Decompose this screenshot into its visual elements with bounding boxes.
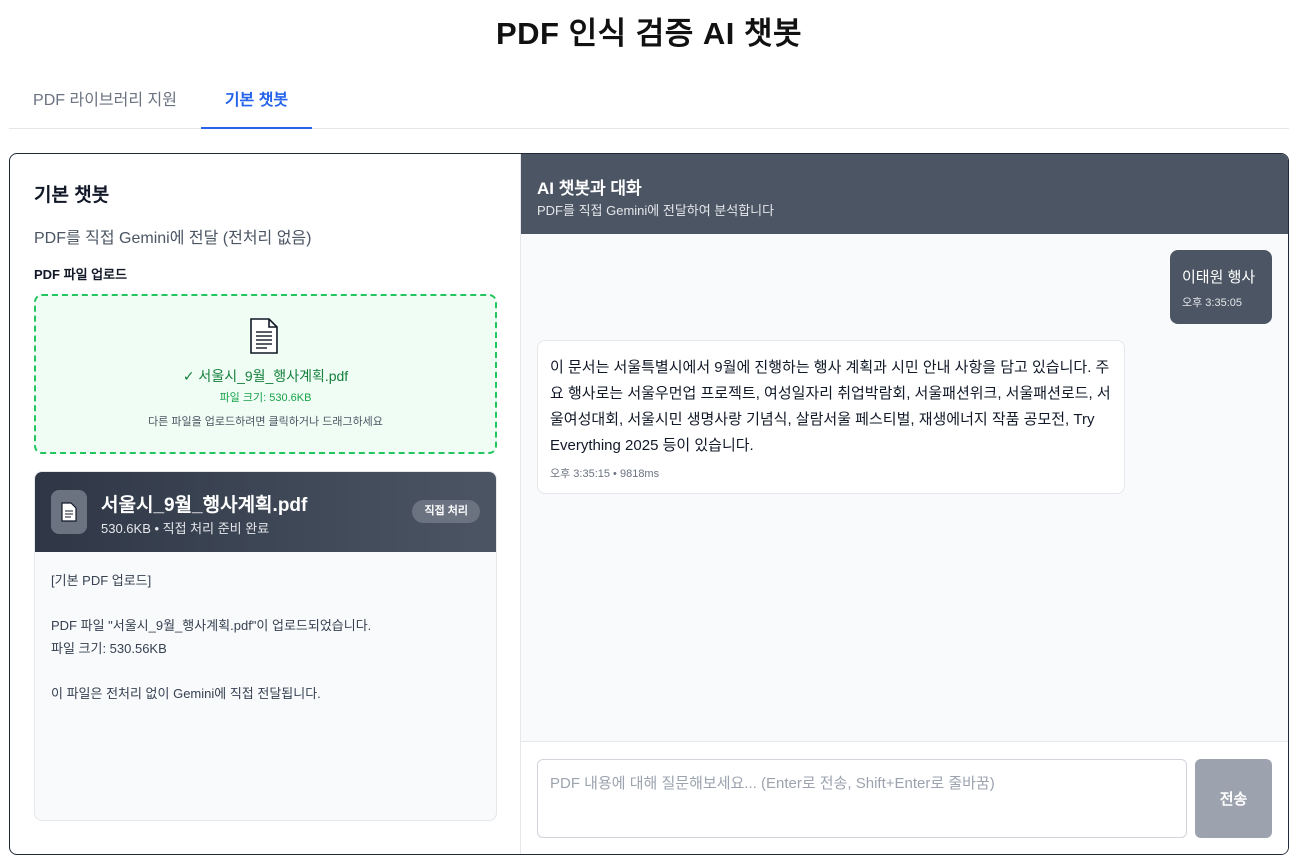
tab-pdf-library[interactable]: PDF 라이브러리 지원	[9, 76, 201, 128]
chat-input[interactable]	[537, 759, 1187, 838]
panel-title: 기본 챗봇	[34, 185, 110, 206]
chat-input-area: 전송	[521, 741, 1288, 854]
file-details-line: [기본 PDF 업로드]	[51, 573, 152, 588]
document-icon	[61, 502, 77, 522]
assistant-message-text: 이 문서는 서울특별시에서 9월에 진행하는 행사 계획과 시민 안내 사항을 …	[550, 359, 1111, 454]
user-message-time: 오후 3:35:05	[1182, 297, 1242, 309]
uploaded-filename: ✓ 서울시_9월_행사계획.pdf	[182, 368, 349, 384]
user-message: 이태원 행사 오후 3:35:05	[1170, 250, 1272, 324]
tab-basic-chatbot[interactable]: 기본 챗봇	[201, 76, 312, 129]
file-info-card: 서울시_9월_행사계획.pdf 530.6KB • 직접 처리 준비 완료 직접…	[34, 471, 497, 821]
document-icon	[250, 318, 278, 354]
file-icon-box	[51, 490, 87, 534]
uploaded-filesize: 파일 크기: 530.6KB	[219, 392, 312, 404]
file-name: 서울시_9월_행사계획.pdf	[101, 495, 308, 516]
file-details: [기본 PDF 업로드] PDF 파일 "서울시_9월_행사계획.pdf"이 업…	[51, 570, 481, 705]
pdf-dropzone[interactable]: ✓ 서울시_9월_행사계획.pdf 파일 크기: 530.6KB 다른 파일을 …	[34, 294, 497, 454]
file-meta: 530.6KB • 직접 처리 준비 완료	[101, 521, 270, 536]
main-card: 기본 챗봇 PDF를 직접 Gemini에 전달 (전처리 없음) PDF 파일…	[9, 153, 1289, 855]
assistant-message-time: 오후 3:35:15 • 9818ms	[550, 468, 660, 480]
file-details-line: 파일 크기: 530.56KB	[51, 640, 167, 656]
file-card-header: 서울시_9월_행사계획.pdf 530.6KB • 직접 처리 준비 완료 직접…	[35, 472, 496, 552]
chat-subtitle: PDF를 직접 Gemini에 전달하여 분석합니다	[537, 203, 775, 218]
page-title: PDF 인식 검증 AI 챗봇	[495, 16, 803, 51]
tab-bar: PDF 라이브러리 지원 기본 챗봇	[9, 76, 1289, 129]
assistant-message: 이 문서는 서울특별시에서 9월에 진행하는 행사 계획과 시민 안내 사항을 …	[537, 340, 1125, 494]
panel-subtitle: PDF를 직접 Gemini에 전달 (전처리 없음)	[34, 230, 312, 247]
chat-panel: AI 챗봇과 대화 PDF를 직접 Gemini에 전달하여 분석합니다 이태원…	[521, 154, 1288, 854]
upload-label: PDF 파일 업로드	[34, 267, 128, 282]
file-details-line: 이 파일은 전처리 없이 Gemini에 직접 전달됩니다.	[51, 685, 321, 701]
upload-panel: 기본 챗봇 PDF를 직접 Gemini에 전달 (전처리 없음) PDF 파일…	[10, 154, 521, 854]
dropzone-hint: 다른 파일을 업로드하려면 클릭하거나 드래그하세요	[148, 416, 383, 428]
user-message-text: 이태원 행사	[1182, 269, 1256, 286]
direct-process-badge: 직접 처리	[412, 500, 480, 523]
chat-title: AI 챗봇과 대화	[537, 179, 642, 198]
send-button[interactable]: 전송	[1195, 759, 1272, 838]
file-details-line: PDF 파일 "서울시_9월_행사계획.pdf"이 업로드되었습니다.	[51, 618, 372, 633]
chat-header: AI 챗봇과 대화 PDF를 직접 Gemini에 전달하여 분석합니다	[521, 154, 1288, 234]
